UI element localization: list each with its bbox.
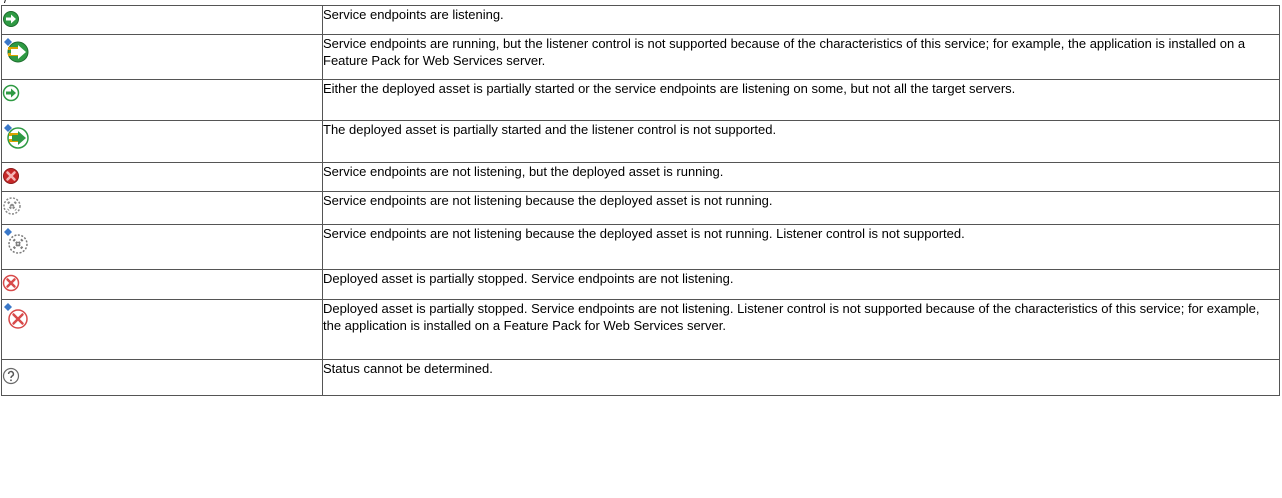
description-cell: Service endpoints are not listening beca… [322,224,1280,270]
status-unknown-icon [2,367,20,385]
table-row: Deployed asset is partially stopped. Ser… [1,299,1280,360]
description-cell: Service endpoints are listening. [322,5,1280,35]
icon-cell [1,79,323,121]
table-row: The deployed asset is partially started … [1,120,1280,163]
status-icon-table: Service endpoints are listening. Service… [1,5,1280,396]
table-row: Service endpoints are not listening beca… [1,224,1280,270]
not-listening-not-running-listener-unsupported-icon [4,228,28,254]
running-listener-unsupported-icon [4,38,29,63]
table-row: Service endpoints are not listening beca… [1,191,1280,225]
icon-cell [1,120,323,163]
table-row: Service endpoints are not listening, but… [1,162,1280,192]
icon-cell [1,5,323,35]
table-row: Service endpoints are listening. [1,5,1280,35]
icon-cell [1,224,323,270]
partially-started-listener-unsupported-icon [4,124,29,149]
icon-cell [1,269,323,300]
icon-cell [1,191,323,225]
description-cell: Either the deployed asset is partially s… [322,79,1280,121]
partially-stopped-icon [2,274,20,292]
not-listening-running-icon [3,168,19,184]
description-cell: Service endpoints are not listening, but… [322,162,1280,192]
icon-cell [1,299,323,360]
description-cell: Service endpoints are not listening beca… [322,191,1280,225]
icon-cell [1,162,323,192]
table-row: Deployed asset is partially stopped. Ser… [1,269,1280,300]
table-row: Status cannot be determined. [1,359,1280,396]
table-row: Service endpoints are running, but the l… [1,34,1280,80]
description-cell: Status cannot be determined. [322,359,1280,396]
table-row: Either the deployed asset is partially s… [1,79,1280,121]
description-cell: Deployed asset is partially stopped. Ser… [322,299,1280,360]
description-cell: The deployed asset is partially started … [322,120,1280,163]
description-cell: Service endpoints are running, but the l… [322,34,1280,80]
partially-listening-icon [2,84,20,102]
description-cell: Deployed asset is partially stopped. Ser… [322,269,1280,300]
icon-cell [1,34,323,80]
partially-stopped-listener-unsupported-icon [4,303,28,329]
not-listening-not-running-icon [3,197,21,215]
listening-icon [3,11,19,27]
icon-cell [1,359,323,396]
